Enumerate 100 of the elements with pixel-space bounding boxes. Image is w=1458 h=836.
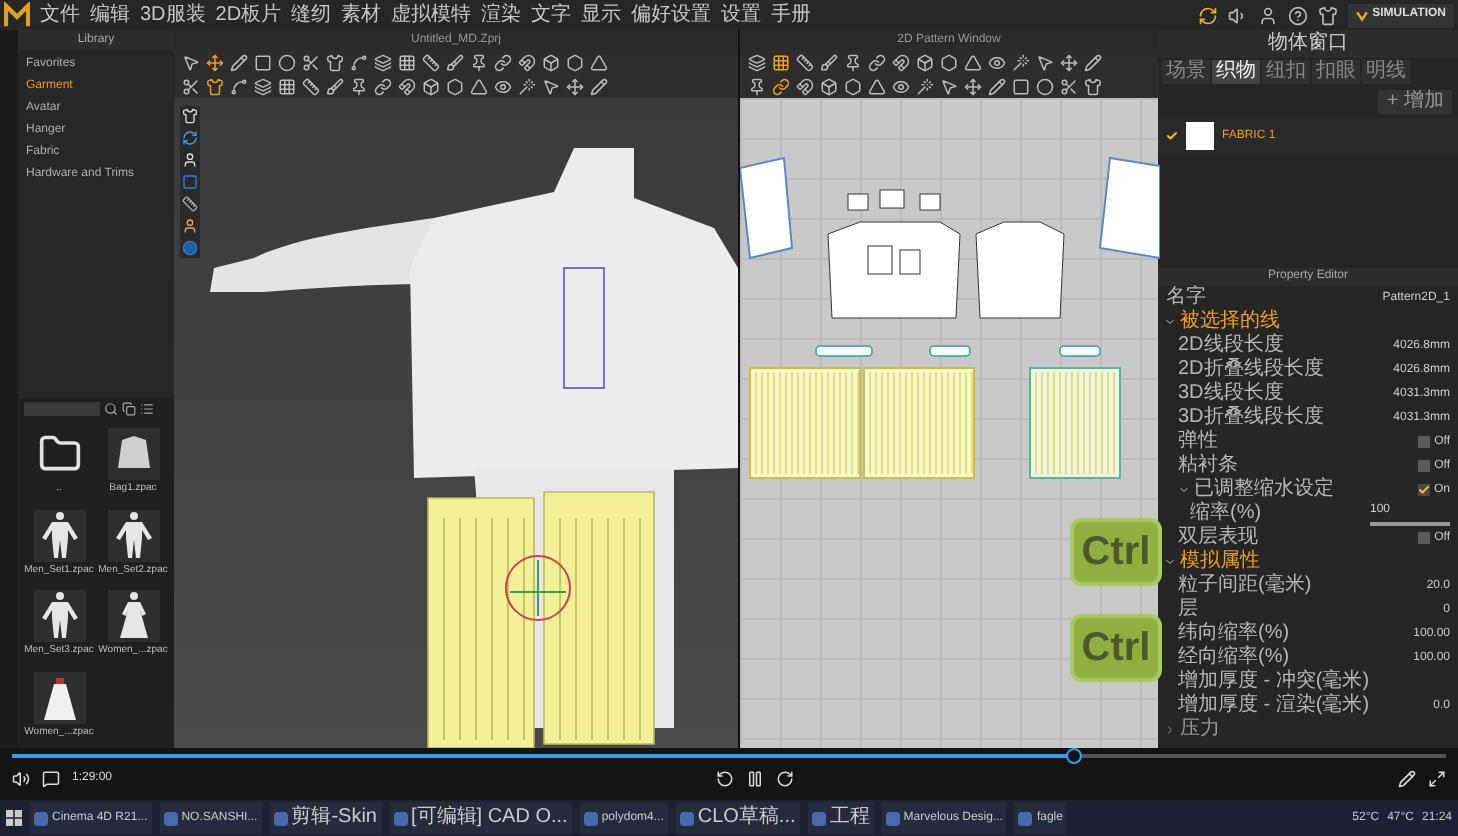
triangle-icon[interactable]: [964, 53, 982, 71]
layers-icon[interactable]: [374, 53, 392, 71]
menu-item[interactable]: 编辑: [90, 3, 130, 27]
tab[interactable]: 织物: [1212, 60, 1260, 84]
refresh-icon[interactable]: [182, 130, 198, 146]
help-icon[interactable]: [1288, 5, 1309, 25]
menu-item[interactable]: 缝纫: [291, 3, 332, 27]
pencil-icon[interactable]: [590, 77, 608, 95]
menu-item[interactable]: 显示: [581, 3, 622, 27]
fullscreen-icon[interactable]: [1428, 769, 1446, 787]
magnet-icon[interactable]: [398, 77, 416, 95]
shirt-icon[interactable]: [1318, 5, 1339, 25]
refresh-icon[interactable]: [1198, 5, 1219, 25]
person-icon[interactable]: [182, 218, 198, 234]
collapse-caret-icon[interactable]: [1164, 316, 1176, 328]
person-icon[interactable]: [1258, 5, 1279, 25]
menu-item[interactable]: 文字: [531, 3, 572, 27]
taskbar-app[interactable]: [可编辑] CAD O...: [389, 802, 572, 834]
taskbar-app[interactable]: 剪辑-Skin: [269, 802, 381, 834]
move-icon[interactable]: [206, 53, 224, 71]
triangle-icon[interactable]: [868, 77, 886, 95]
move-icon[interactable]: [1060, 53, 1078, 71]
shirt-icon[interactable]: [182, 108, 198, 124]
square-icon[interactable]: [254, 53, 272, 71]
layers-icon[interactable]: [254, 77, 272, 95]
tab[interactable]: 纽扣: [1262, 60, 1310, 84]
collapse-caret-icon[interactable]: [1178, 484, 1190, 496]
search-field[interactable]: [24, 402, 100, 416]
checkbox[interactable]: [1418, 532, 1431, 544]
hexagon-icon[interactable]: [940, 53, 958, 71]
pencil-icon[interactable]: [1084, 53, 1102, 71]
menu-item[interactable]: 文件: [40, 3, 80, 27]
eye-icon[interactable]: [892, 77, 910, 95]
garment-thumbnail[interactable]: [33, 509, 85, 561]
checkbox[interactable]: [1417, 484, 1430, 496]
hexagon-icon[interactable]: [844, 77, 862, 95]
ruler-icon[interactable]: [796, 53, 814, 71]
menu-item[interactable]: 渲染: [481, 3, 522, 27]
garment-thumbnail[interactable]: [33, 671, 85, 723]
garment-thumbnail[interactable]: [107, 509, 159, 561]
tab[interactable]: 扣眼: [1312, 60, 1360, 84]
ruler-icon[interactable]: [302, 77, 320, 95]
circle-icon[interactable]: [278, 53, 296, 71]
link-icon[interactable]: [374, 77, 392, 95]
scissors-icon[interactable]: [302, 53, 320, 71]
wand-icon[interactable]: [1012, 53, 1030, 71]
menu-item[interactable]: 设置: [721, 3, 762, 27]
ruler-icon[interactable]: [182, 196, 198, 212]
pencil-icon[interactable]: [1398, 769, 1416, 787]
pointer-icon[interactable]: [542, 77, 560, 95]
garment-thumbnail[interactable]: [107, 590, 159, 642]
hexagon-icon[interactable]: [566, 53, 584, 71]
tab[interactable]: 明线: [1362, 60, 1410, 84]
cube-icon[interactable]: [916, 53, 934, 71]
brush-icon[interactable]: [326, 77, 344, 95]
magnet-icon[interactable]: [892, 53, 910, 71]
scissors-icon[interactable]: [182, 77, 200, 95]
wand-icon[interactable]: [916, 77, 934, 95]
garment-thumbnail[interactable]: [33, 590, 85, 642]
triangle-icon[interactable]: [590, 53, 608, 71]
list-icon[interactable]: [140, 402, 154, 416]
add-button[interactable]: + 增加: [1378, 90, 1452, 114]
brush-icon[interactable]: [446, 53, 464, 71]
circle-icon[interactable]: [1036, 77, 1054, 95]
link-icon[interactable]: [772, 77, 790, 95]
menu-item[interactable]: 虚拟模特: [391, 3, 472, 27]
subtitles-icon[interactable]: [42, 769, 60, 787]
eye-icon[interactable]: [494, 77, 512, 95]
curve-icon[interactable]: [350, 53, 368, 71]
pin-icon[interactable]: [748, 77, 766, 95]
person-icon[interactable]: [182, 152, 198, 168]
move-icon[interactable]: [964, 77, 982, 95]
wand-icon[interactable]: [518, 77, 536, 95]
pointer-icon[interactable]: [940, 77, 958, 95]
curve-icon[interactable]: [230, 77, 248, 95]
checkbox[interactable]: [1418, 436, 1431, 448]
windows-icon[interactable]: [6, 810, 22, 826]
forward-icon[interactable]: [776, 769, 795, 787]
shirt-icon[interactable]: [326, 53, 344, 71]
search-icon[interactable]: [104, 402, 118, 416]
pencil-icon[interactable]: [230, 53, 248, 71]
cube-icon[interactable]: [820, 77, 838, 95]
pin-icon[interactable]: [844, 53, 862, 71]
link-icon[interactable]: [494, 53, 512, 71]
menu-item[interactable]: 2D板片: [215, 3, 282, 27]
scissors-icon[interactable]: [1060, 77, 1078, 95]
collapse-caret-icon[interactable]: [1164, 556, 1176, 568]
magnet-icon[interactable]: [518, 53, 536, 71]
pencil-icon[interactable]: [988, 77, 1006, 95]
magnet-icon[interactable]: [796, 77, 814, 95]
tab[interactable]: 场景: [1162, 60, 1210, 84]
brush-icon[interactable]: [820, 53, 838, 71]
volume-icon[interactable]: [12, 769, 30, 787]
rewind-icon[interactable]: [716, 769, 735, 787]
copy-icon[interactable]: [122, 402, 136, 416]
checkbox[interactable]: [1418, 460, 1431, 472]
shirt-icon[interactable]: [206, 77, 224, 95]
pointer-icon[interactable]: [1036, 53, 1054, 71]
taskbar-app[interactable]: CLO草稿...: [675, 802, 800, 834]
speaker-icon[interactable]: [1228, 5, 1249, 25]
